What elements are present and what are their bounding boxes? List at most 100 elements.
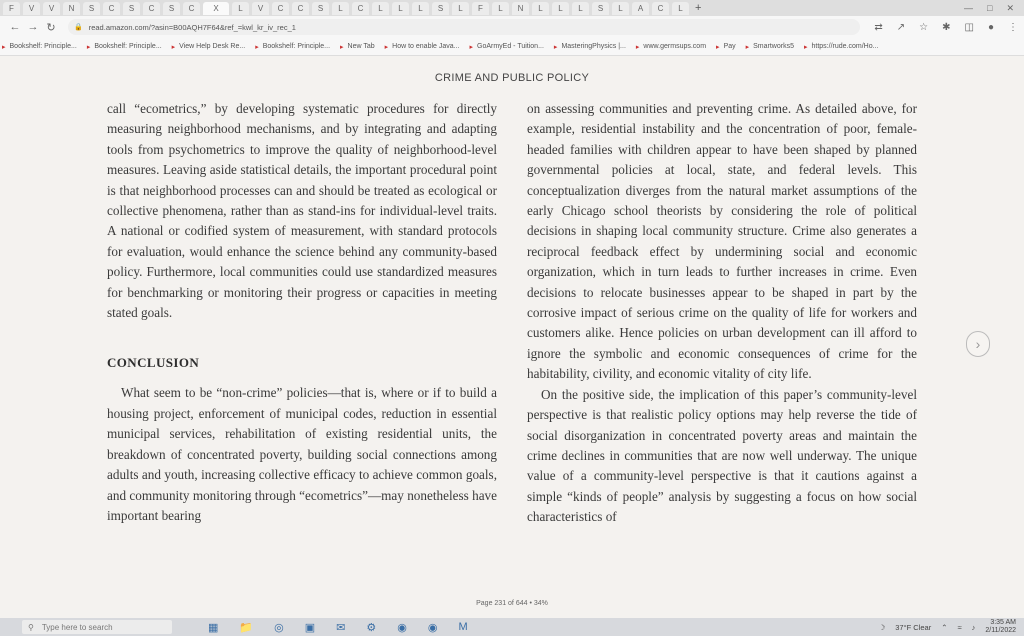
- close-icon[interactable]: ✕: [1006, 3, 1014, 14]
- sidebar-icon[interactable]: ◫: [965, 22, 974, 33]
- bookmark-item[interactable]: ▸ Bookshelf: Principle...: [87, 43, 162, 51]
- browser-tab[interactable]: L: [612, 1, 629, 15]
- browser-tab[interactable]: L: [372, 1, 389, 15]
- chrome-icon[interactable]: ◉: [397, 621, 407, 634]
- bookmark-label: Bookshelf: Principle...: [94, 43, 162, 50]
- browser-tab[interactable]: N: [512, 1, 529, 15]
- browser-tab[interactable]: L: [552, 1, 569, 15]
- taskbar-search[interactable]: ⚲ Type here to search: [22, 620, 172, 634]
- browser-tab[interactable]: S: [432, 1, 449, 15]
- bookmark-item[interactable]: ▸ How to enable Java...: [385, 43, 460, 51]
- bookmark-item[interactable]: ▸ Bookshelf: Principle...: [255, 43, 330, 51]
- bookmark-label: https://rude.com/Ho...: [811, 43, 879, 50]
- clock[interactable]: 3:35 AM 2/11/2022: [985, 619, 1016, 635]
- file-explorer-icon[interactable]: 📁: [239, 621, 253, 634]
- store-icon[interactable]: ▣: [305, 621, 315, 634]
- tab-list: FVVNSCSCSCXLVCCSLCLLLSLFLNLLLSLACL: [0, 1, 689, 15]
- reload-icon[interactable]: ↻: [42, 21, 60, 34]
- mail-icon[interactable]: ✉: [336, 621, 345, 634]
- bookmark-item[interactable]: ▸ Bookshelf: Principle...: [2, 43, 77, 51]
- browser-tab[interactable]: L: [452, 1, 469, 15]
- edge-icon[interactable]: ◎: [274, 621, 284, 634]
- search-placeholder: Type here to search: [41, 622, 113, 632]
- browser-tab[interactable]: C: [183, 1, 200, 15]
- browser-tab[interactable]: N: [63, 1, 80, 15]
- lock-icon: 🔒: [74, 24, 83, 31]
- browser-tab[interactable]: L: [672, 1, 689, 15]
- bookmark-favicon-icon: ▸: [171, 43, 176, 51]
- task-view-icon[interactable]: ▦: [208, 621, 218, 634]
- url-text: read.amazon.com/?asin=B00AQH7F64&ref_=kw…: [88, 22, 296, 32]
- bookmark-item[interactable]: ▸ Pay: [716, 43, 736, 51]
- browser-tab[interactable]: A: [632, 1, 649, 15]
- star-icon[interactable]: ☆: [919, 22, 928, 33]
- browser-tab[interactable]: S: [592, 1, 609, 15]
- bookmark-favicon-icon: ▸: [86, 43, 91, 51]
- bookmark-label: Bookshelf: Principle...: [262, 43, 331, 50]
- extensions-icon[interactable]: ✱: [942, 22, 950, 33]
- bookmark-item[interactable]: ▸ MasteringPhysics |...: [554, 43, 626, 51]
- running-header: CRIME AND PUBLIC POLICY: [434, 72, 590, 84]
- bookmark-item[interactable]: ▸ www.germsups.com: [636, 43, 706, 51]
- bookmark-item[interactable]: ▸ GoArmyEd - Tuition...: [469, 43, 543, 51]
- browser-tab[interactable]: S: [312, 1, 329, 15]
- left-column: call “ecometrics,” by developing systema…: [107, 99, 497, 526]
- browser-tab[interactable]: C: [143, 1, 160, 15]
- bookmark-item[interactable]: ▸ View Help Desk Re...: [172, 43, 246, 51]
- browser-tab[interactable]: C: [652, 1, 669, 15]
- share-icon[interactable]: ↗: [897, 22, 905, 33]
- bookmark-favicon-icon: ▸: [340, 43, 344, 51]
- browser-tab[interactable]: L: [532, 1, 549, 15]
- bookmark-favicon-icon: ▸: [803, 43, 808, 51]
- bookmark-label: MasteringPhysics |...: [561, 43, 626, 50]
- browser-tab[interactable]: C: [352, 1, 369, 15]
- bookmark-favicon-icon: ▸: [553, 43, 558, 51]
- bookmark-item[interactable]: ▸ https://rude.com/Ho...: [804, 43, 878, 51]
- toolbar-icons: ⇄ ↗ ☆ ✱ ◫ ● ⋮: [874, 22, 1018, 33]
- settings-icon[interactable]: ⚙: [366, 621, 376, 634]
- browser-tab[interactable]: C: [103, 1, 120, 15]
- wifi-icon[interactable]: ≈: [958, 623, 962, 632]
- browser-tab[interactable]: L: [412, 1, 429, 15]
- browser-tab[interactable]: L: [332, 1, 349, 15]
- browser-tab[interactable]: L: [492, 1, 509, 15]
- browser-tab[interactable]: C: [272, 1, 289, 15]
- chevron-up-icon[interactable]: ⌃: [941, 623, 947, 632]
- volume-icon[interactable]: ♪: [972, 623, 976, 632]
- browser-tab[interactable]: X: [203, 1, 229, 15]
- bookmark-item[interactable]: ▸ New Tab: [340, 43, 375, 51]
- maximize-icon[interactable]: □: [987, 3, 992, 14]
- forward-icon[interactable]: →: [24, 21, 42, 33]
- browser-tab[interactable]: V: [43, 1, 60, 15]
- minimize-icon[interactable]: —: [964, 3, 973, 14]
- browser-tab[interactable]: S: [83, 1, 100, 15]
- bookmark-label: www.germsups.com: [643, 43, 707, 50]
- profile-icon[interactable]: ●: [988, 22, 994, 33]
- next-page-button[interactable]: ›: [966, 331, 990, 357]
- browser-tab[interactable]: S: [123, 1, 140, 15]
- bookmark-item[interactable]: ▸ Smartworks5: [746, 43, 794, 51]
- app-icon[interactable]: ◉: [428, 621, 438, 634]
- right-paragraph-1: on assessing communities and preventing …: [527, 101, 917, 382]
- bookmark-label: How to enable Java...: [392, 43, 460, 50]
- translate-icon[interactable]: ⇄: [874, 22, 882, 33]
- new-tab-button[interactable]: +: [695, 2, 701, 14]
- back-icon[interactable]: ←: [6, 21, 24, 33]
- os-taskbar: ⚲ Type here to search ▦ 📁 ◎ ▣ ✉ ⚙ ◉ ◉ M …: [0, 618, 1024, 636]
- browser-tab[interactable]: L: [572, 1, 589, 15]
- menu-icon[interactable]: ⋮: [1008, 22, 1018, 33]
- reader-page: CRIME AND PUBLIC POLICY call “ecometrics…: [0, 56, 1024, 618]
- browser-tab[interactable]: F: [472, 1, 489, 15]
- weather-text[interactable]: 37°F Clear: [895, 623, 931, 632]
- browser-tab[interactable]: C: [292, 1, 309, 15]
- browser-tab[interactable]: V: [23, 1, 40, 15]
- browser-tab[interactable]: L: [392, 1, 409, 15]
- url-field[interactable]: 🔒 read.amazon.com/?asin=B00AQH7F64&ref_=…: [68, 19, 861, 35]
- mcafee-icon[interactable]: M: [458, 621, 467, 634]
- browser-tab[interactable]: V: [252, 1, 269, 15]
- weather-icon: ☽: [878, 622, 886, 632]
- browser-tab[interactable]: F: [3, 1, 20, 15]
- window-controls: — □ ✕: [964, 3, 1024, 14]
- browser-tab[interactable]: S: [163, 1, 180, 15]
- browser-tab[interactable]: L: [232, 1, 249, 15]
